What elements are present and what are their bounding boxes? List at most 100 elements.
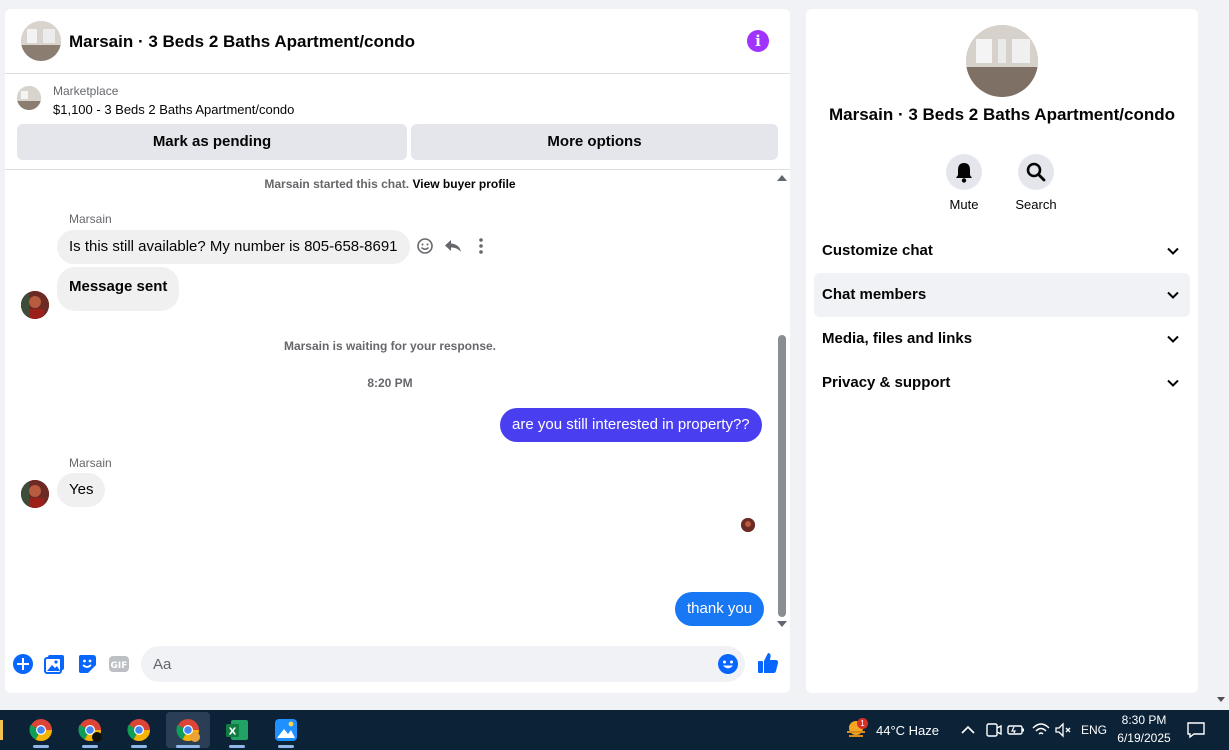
mute-button[interactable]: Mute — [934, 154, 994, 212]
section-label: Media, files and links — [822, 330, 973, 347]
taskbar-chrome-3[interactable] — [117, 712, 161, 748]
incoming-message[interactable]: Is this still available? My number is 80… — [57, 230, 410, 264]
chat-scrollbar[interactable] — [775, 173, 789, 633]
search-label: Search — [1015, 197, 1057, 212]
section-privacy-support[interactable]: Privacy & support — [814, 361, 1190, 405]
chevron-down-icon — [1167, 379, 1179, 387]
svg-text:GIF: GIF — [111, 661, 128, 671]
more-icon[interactable] — [471, 236, 491, 256]
explorer-edge[interactable] — [0, 720, 3, 740]
weather-text[interactable]: 44°C Haze — [876, 723, 939, 738]
chevron-up-icon[interactable] — [958, 720, 978, 740]
marketplace-card: Marketplace $1,100 - 3 Beds 2 Baths Apar… — [5, 74, 790, 170]
message-input[interactable] — [141, 646, 745, 682]
search-circle[interactable] — [1018, 154, 1054, 190]
sender-avatar[interactable] — [21, 291, 49, 319]
incoming-message[interactable]: Message sent — [57, 267, 180, 311]
sender-avatar[interactable] — [21, 480, 49, 508]
mark-as-pending-button[interactable]: Mark as pending — [17, 124, 407, 160]
sender-name: Marsain — [69, 456, 112, 470]
chrome-icon — [176, 719, 200, 742]
taskbar-excel[interactable]: X — [215, 712, 259, 748]
taskbar-chrome-1[interactable] — [19, 712, 63, 748]
running-indicator — [229, 745, 245, 748]
waiting-notice: Marsain is waiting for your response. — [283, 339, 497, 353]
chrome-icon — [78, 719, 102, 742]
bell-icon — [956, 163, 972, 183]
volume-muted-icon[interactable] — [1053, 720, 1073, 740]
running-indicator — [82, 745, 98, 748]
info-title: Marsain · 3 Beds 2 Baths Apartment/condo — [828, 105, 1176, 124]
chat-started-notice: Marsain started this chat. View buyer pr… — [5, 177, 775, 191]
listing-avatar-large[interactable] — [966, 25, 1038, 97]
running-indicator — [131, 745, 147, 748]
more-options-button[interactable]: More options — [411, 124, 778, 160]
search-button[interactable]: Search — [1006, 154, 1066, 212]
wifi-icon[interactable] — [1031, 720, 1051, 740]
seen-avatar — [741, 518, 755, 532]
svg-text:X: X — [229, 727, 237, 738]
section-customize-chat[interactable]: Customize chat — [814, 229, 1190, 273]
scroll-thumb[interactable] — [778, 335, 786, 617]
running-indicator — [33, 745, 49, 748]
chat-title[interactable]: Marsain · 3 Beds 2 Baths Apartment/condo — [69, 32, 415, 52]
timestamp: 8:20 PM — [367, 376, 413, 390]
reply-icon[interactable] — [443, 236, 463, 256]
scroll-up-arrow[interactable] — [777, 175, 787, 181]
listing-price-title[interactable]: $1,100 - 3 Beds 2 Baths Apartment/condo — [53, 102, 294, 117]
emoji-icon[interactable] — [717, 653, 739, 675]
photo-icon[interactable] — [44, 653, 66, 675]
listing-avatar[interactable] — [21, 21, 61, 61]
sticker-icon[interactable] — [76, 653, 98, 675]
page-scrollbar[interactable] — [1213, 0, 1229, 710]
notifications-icon[interactable] — [1186, 720, 1206, 740]
view-buyer-profile-link[interactable]: View buyer profile — [412, 177, 515, 191]
chat-started-text: Marsain started this chat. — [264, 177, 410, 191]
composer: GIF — [5, 645, 790, 683]
scroll-down-arrow[interactable] — [777, 621, 787, 627]
outgoing-message[interactable]: are you still interested in property?? — [500, 408, 762, 442]
photos-icon — [275, 719, 297, 741]
taskbar: X 1 44°C Haze ENG 8:30 PM 6/19/2025 — [0, 710, 1229, 750]
mute-circle[interactable] — [946, 154, 982, 190]
section-chat-members[interactable]: Chat members — [814, 273, 1190, 317]
meet-now-icon[interactable] — [983, 720, 1003, 740]
chat-header: Marsain · 3 Beds 2 Baths Apartment/condo… — [5, 9, 790, 74]
mute-label: Mute — [949, 197, 979, 212]
message-list: Marsain started this chat. View buyer pr… — [5, 171, 790, 631]
weather-badge: 1 — [857, 718, 868, 729]
section-media-files-links[interactable]: Media, files and links — [814, 317, 1190, 361]
chevron-down-icon — [1167, 291, 1179, 299]
info-icon[interactable]: i — [747, 30, 769, 52]
chrome-icon — [29, 719, 52, 741]
clock-time[interactable]: 8:30 PM — [1112, 713, 1176, 727]
listing-thumbnail[interactable] — [17, 86, 41, 110]
gif-icon[interactable]: GIF — [108, 653, 130, 675]
react-icon[interactable] — [415, 236, 435, 256]
section-label: Privacy & support — [822, 374, 951, 391]
excel-icon: X — [226, 720, 248, 740]
info-panel: Marsain · 3 Beds 2 Baths Apartment/condo… — [806, 9, 1198, 693]
taskbar-chrome-2[interactable] — [68, 712, 112, 748]
scroll-down-arrow[interactable] — [1217, 697, 1225, 703]
marketplace-label: Marketplace — [53, 84, 119, 98]
sender-name: Marsain — [69, 212, 112, 226]
like-icon[interactable] — [756, 651, 780, 675]
search-icon — [1026, 162, 1046, 182]
section-label: Customize chat — [822, 242, 933, 259]
running-indicator — [278, 745, 294, 748]
language-indicator[interactable]: ENG — [1081, 723, 1107, 737]
chrome-icon — [127, 719, 150, 741]
chevron-down-icon — [1167, 247, 1179, 255]
battery-icon[interactable] — [1006, 720, 1026, 740]
running-indicator — [176, 745, 200, 748]
taskbar-photos[interactable] — [264, 712, 308, 748]
incoming-message[interactable]: Yes — [57, 473, 106, 507]
chevron-down-icon — [1167, 335, 1179, 343]
outgoing-message[interactable]: thank you — [675, 592, 765, 626]
taskbar-chrome-4[interactable] — [166, 712, 210, 748]
section-label: Chat members — [822, 286, 927, 303]
plus-icon[interactable] — [12, 653, 34, 675]
chat-panel: Marsain · 3 Beds 2 Baths Apartment/condo… — [5, 9, 790, 693]
clock-date[interactable]: 6/19/2025 — [1112, 731, 1176, 745]
